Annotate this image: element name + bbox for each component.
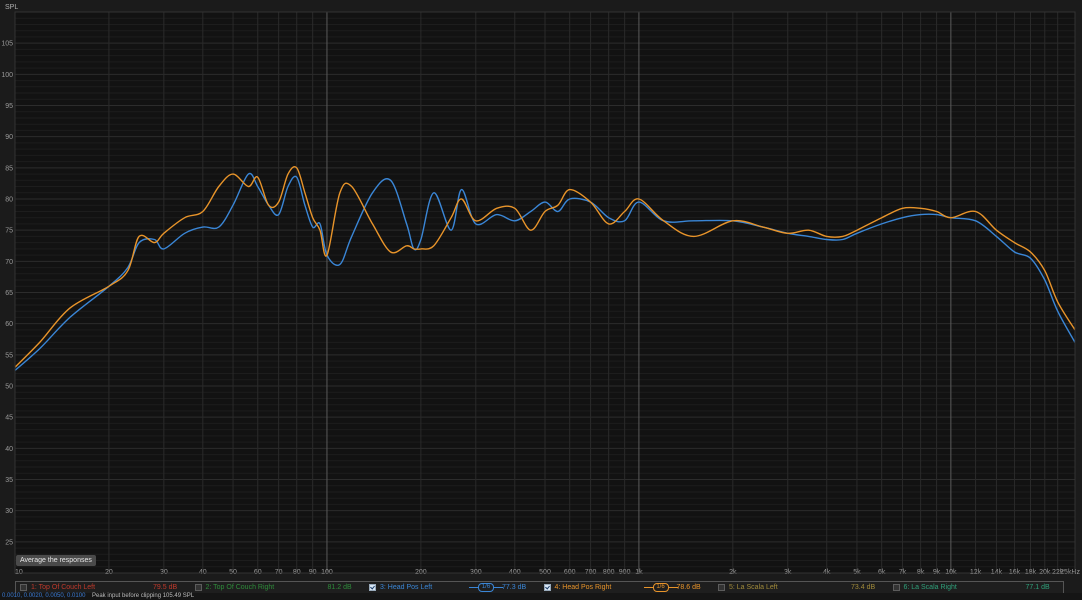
legend-item[interactable]: 1: Top Of Couch Left xyxy=(20,582,95,593)
y-tick-label: 105 xyxy=(1,41,13,48)
clipping-status-text: Peak input before clipping 105.49 SPL xyxy=(92,593,195,599)
smoothing-label: 1/6 xyxy=(652,583,669,592)
y-tick-label: 95 xyxy=(5,103,13,110)
y-tick-label: 75 xyxy=(5,228,13,235)
legend-item[interactable]: 6: La Scala Right xyxy=(892,582,957,593)
legend-item[interactable]: 2: Top Of Couch Right xyxy=(194,582,275,593)
legend-value: 73.4 dB xyxy=(851,584,876,591)
legend-label: 2: Top Of Couch Right xyxy=(205,584,275,591)
legend-checkbox[interactable] xyxy=(20,584,27,591)
legend-checkbox[interactable] xyxy=(369,584,376,591)
legend-value: 77.3 dB xyxy=(502,584,527,591)
average-responses-tooltip: Average the responses xyxy=(16,555,96,566)
y-tick-label: 80 xyxy=(5,197,13,204)
y-tick-label: 30 xyxy=(5,508,13,515)
y-tick-label: 85 xyxy=(5,165,13,172)
legend-label: 6: La Scala Right xyxy=(903,584,957,591)
legend-label: 5: La Scala Left xyxy=(729,584,778,591)
y-tick-label: 45 xyxy=(5,415,13,422)
legend-checkbox[interactable] xyxy=(194,584,202,591)
legend-value: 81.2 dB xyxy=(327,584,352,591)
y-tick-label: 40 xyxy=(5,446,13,453)
y-tick-label: 90 xyxy=(5,134,13,141)
y-tick-label: 50 xyxy=(5,384,13,391)
y-tick-label: 25 xyxy=(5,539,13,546)
y-tick-label: 60 xyxy=(5,321,13,328)
legend-checkbox[interactable] xyxy=(543,584,551,591)
frequency-response-plot[interactable]: 25303540455055606570758085909510010510 20… xyxy=(0,0,1082,580)
legend-checkbox[interactable] xyxy=(892,584,900,591)
legend-label: 3: Head Pos Left xyxy=(380,584,433,591)
legend-checkbox[interactable] xyxy=(718,584,725,591)
y-tick-label: 55 xyxy=(5,352,13,359)
legend-smoothing-badge[interactable]: 1/6 xyxy=(643,583,678,592)
legend-item[interactable]: 5: La Scala Left xyxy=(718,582,778,593)
y-tick-label: 35 xyxy=(5,477,13,484)
legend-smoothing-badge[interactable]: 1/6 xyxy=(469,583,503,592)
legend-item[interactable]: 3: Head Pos Left xyxy=(369,582,432,593)
legend-value: 79.5 dB xyxy=(153,584,178,591)
legend-value: 77.1 dB xyxy=(1025,584,1050,591)
legend-value: 78.6 dB xyxy=(676,584,701,591)
status-bar: 0.0010, 0.0020, 0.0050, 0.0100 Peak inpu… xyxy=(0,593,1082,600)
legend-label: 1: Top Of Couch Left xyxy=(31,584,96,591)
y-tick-label: 70 xyxy=(5,259,13,266)
legend-label: 4: Head Pos Right xyxy=(554,584,612,591)
status-left-text: 0.0010, 0.0020, 0.0050, 0.0100 xyxy=(2,593,86,599)
y-tick-label: 65 xyxy=(5,290,13,297)
y-tick-label: 100 xyxy=(1,72,13,79)
smoothing-label: 1/6 xyxy=(478,583,494,592)
y-axis-label: SPL xyxy=(5,4,18,11)
legend-item[interactable]: 4: Head Pos Right xyxy=(543,582,612,593)
